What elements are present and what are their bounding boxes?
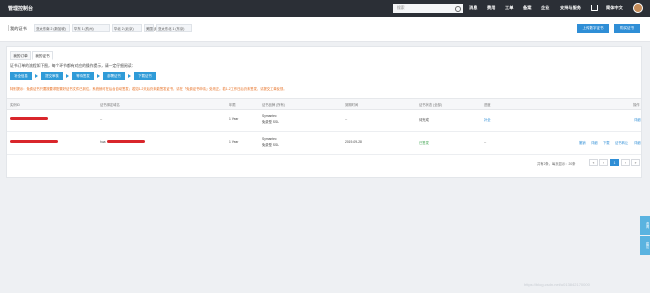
step-submit-review[interactable]: 提交审核 (41, 72, 63, 80)
nav-tickets[interactable]: 工单 (505, 5, 513, 11)
console-brand[interactable]: 管理控制台 (8, 5, 33, 12)
cell-type: 免费型 SSL (262, 120, 280, 124)
top-navbar: 管理控制台 搜索 消息 费用 工单 备案 企业 支持与服务 简体中文 (0, 0, 650, 17)
page-prev[interactable]: ‹ (599, 159, 608, 166)
redacted-instance-id (10, 140, 58, 143)
search-icon[interactable] (455, 6, 461, 12)
col-brand-filter[interactable]: 证书品牌 (所有) (262, 102, 285, 107)
nav-messages[interactable]: 消息 (469, 5, 477, 11)
cell-domain: -- (100, 117, 103, 121)
flow-arrow-icon (128, 74, 131, 78)
col-years: 年限 (229, 103, 236, 107)
region-tab-tokyo[interactable]: 亚太东北 1 (东京) (156, 24, 192, 32)
col-actions: 操作 (633, 103, 640, 107)
side-feedback-button[interactable]: 建议 (640, 236, 650, 255)
step-complete-info[interactable]: 补全信息 (10, 72, 32, 80)
detail-link[interactable]: 详细 (634, 117, 641, 122)
complete-info-link[interactable]: 补全 (484, 117, 491, 122)
cell-years: 1 Year (229, 117, 239, 121)
nav-enterprise[interactable]: 企业 (541, 5, 549, 11)
subtab-certs[interactable]: 我的证书 (32, 51, 53, 60)
flow-arrow-icon (97, 74, 100, 78)
cart-icon[interactable] (591, 5, 598, 11)
detail-link[interactable]: 详细 (634, 140, 641, 145)
table-row: -- 1 Year Symantec 免费型 SSL -- 待完成 补全 详细 (7, 109, 641, 132)
user-avatar[interactable] (633, 3, 643, 13)
col-expire: 到期时间 (345, 103, 359, 107)
notice-text: 特别提示：免费证书只要按要求配置好证书文件已到位，系统就可在后台自动签发；若如1… (10, 87, 287, 91)
search-placeholder: 搜索 (397, 6, 405, 10)
redacted-instance-id (10, 117, 48, 120)
page-first[interactable]: « (589, 159, 598, 166)
step-wait-issue[interactable]: 等待签发 (72, 72, 94, 80)
buy-cert-button[interactable]: 购买证书 (614, 24, 640, 33)
flow-arrow-icon (35, 74, 38, 78)
redacted-domain (107, 140, 145, 143)
cell-brand: Symantec (262, 114, 277, 118)
title-divider (8, 25, 9, 31)
cell-years: 1 Year (229, 140, 239, 144)
nav-support[interactable]: 支持与服务 (560, 5, 581, 11)
col-progress: 进度 (484, 103, 491, 107)
region-tabbar: 我的证书 亚太东南 2 (新加坡) 华东 1 (杭州) 华北 2 (北京) 美国… (0, 17, 650, 42)
cell-domain-prefix: hua (100, 140, 106, 144)
revoke-link[interactable]: 撤销 (579, 140, 586, 145)
certificate-card: 我的订单 我的证书 证书订单的流程如下图，每个环节都有对应的操作提示，请一定仔细… (6, 46, 642, 178)
step-deploy[interactable]: 部署证书 (103, 72, 125, 80)
upload-cert-button[interactable]: 上传数字证书 (577, 24, 609, 33)
transfer-link[interactable]: 证书转让 (615, 140, 628, 145)
step-download[interactable]: 下载证书 (134, 72, 156, 80)
page-next[interactable]: › (621, 159, 630, 166)
flow-arrow-icon (66, 74, 69, 78)
watermark: https://blog.csdn.net/u013842170000 (524, 282, 590, 287)
cell-brand: Symantec (262, 137, 277, 141)
col-domain: 证书绑定域名 (100, 103, 120, 107)
region-tab-beijing[interactable]: 华北 2 (北京) (112, 24, 142, 32)
cell-status: 待完成 (419, 118, 429, 122)
table-row: hua 1 Year Symantec 免费型 SSL 2019-09-28 已… (7, 132, 641, 155)
nav-icp[interactable]: 备案 (523, 5, 531, 11)
page-current[interactable]: 1 (610, 159, 619, 166)
cell-status: 已签发 (419, 141, 429, 145)
cell-type: 免费型 SSL (262, 143, 280, 147)
col-instance-id: 实例ID (10, 103, 20, 107)
language-switch[interactable]: 简体中文 (606, 5, 623, 11)
col-status-filter[interactable]: 证书状态 (全部) (419, 102, 442, 107)
page-title: 我的证书 (10, 26, 27, 31)
cell-expire: -- (345, 117, 348, 121)
side-consult-button[interactable]: 咨询 (640, 216, 650, 235)
region-tab-us[interactable]: 美国 (硅谷) (144, 24, 163, 32)
nav-billing[interactable]: 费用 (487, 5, 495, 11)
subtab-orders[interactable]: 我的订单 (10, 51, 31, 60)
cell-expire: 2019-09-28 (345, 140, 362, 144)
pagination-summary: 共有2条，每页显示：20条 (537, 162, 576, 166)
region-tab-singapore[interactable]: 亚太东南 2 (新加坡) (34, 24, 70, 32)
search-input[interactable]: 搜索 (393, 4, 463, 13)
page-last[interactable]: » (631, 159, 640, 166)
download-link[interactable]: 下载 (603, 140, 610, 145)
cell-progress: -- (484, 140, 487, 144)
region-tab-hangzhou[interactable]: 华东 1 (杭州) (72, 24, 110, 32)
flow-title: 证书订单的流程如下图，每个环节都有对应的操作提示，请一定仔细阅读： (10, 64, 136, 68)
detail-link[interactable]: 详细 (591, 140, 598, 145)
